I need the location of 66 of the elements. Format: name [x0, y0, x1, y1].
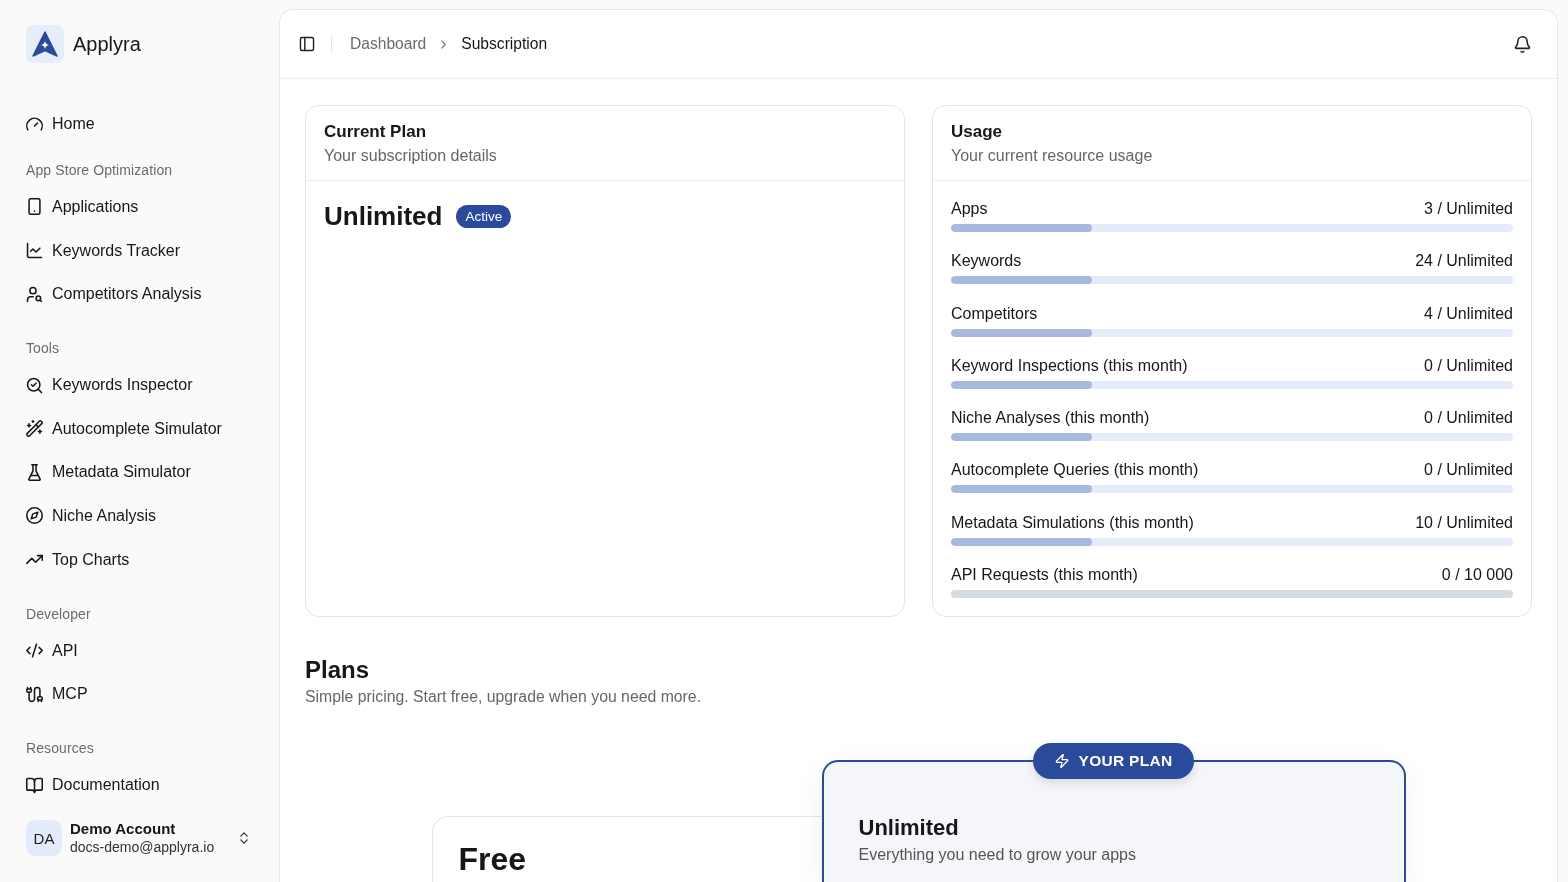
section-title: Plans	[305, 655, 370, 686]
section-label: Resources	[25, 739, 94, 759]
open-book-icon	[26, 776, 43, 794]
plan-name: Unlimited	[858, 814, 959, 843]
usage-label: Metadata Simulations (this month)	[951, 512, 1194, 533]
card-title: Usage	[951, 121, 1003, 143]
usage-label: Apps	[951, 199, 988, 219]
usage-reading: 3 / Unlimited	[1424, 199, 1513, 219]
usage-reading: 0 / Unlimited	[1424, 408, 1513, 429]
nav-item[interactable]: Metadata Simulator	[18, 454, 261, 491]
plan-badge-label: YOUR PLAN	[1078, 752, 1173, 771]
brand-name: Applyra	[73, 32, 141, 56]
nav-item[interactable]: Niche Analysis	[18, 497, 261, 534]
lightning-icon	[1054, 754, 1069, 769]
nav-item[interactable]: Competitors Analysis	[18, 276, 261, 313]
usage-reading: 0 / Unlimited	[1424, 355, 1513, 376]
card-title: Current Plan	[324, 121, 427, 143]
breadcrumb-item[interactable]: Subscription	[461, 35, 548, 53]
plan-description: Everything you need to grow your apps	[858, 845, 1136, 866]
usage-reading: 10 / Unlimited	[1415, 512, 1513, 533]
usage-reading: 4 / Unlimited	[1424, 303, 1513, 324]
usage-label: Competitors	[951, 303, 1038, 324]
nav-item[interactable]: Documentation	[18, 767, 261, 804]
plan-name: Unlimited	[324, 200, 443, 232]
logo-icon	[26, 25, 64, 63]
plan-name: Free	[458, 841, 527, 878]
usage-reading: 0 / Unlimited	[1424, 460, 1513, 481]
usage-label: Keyword Inspections (this month)	[951, 355, 1188, 376]
account-name: Demo Account	[70, 820, 176, 838]
section-subtitle: Simple pricing. Start free, upgrade when you need more.	[305, 687, 702, 708]
usage-reading: 0 / 10 000	[1441, 565, 1513, 586]
avatar: DA	[26, 820, 62, 856]
gauge-icon	[26, 115, 43, 133]
card-subtitle: Your subscription details	[324, 146, 497, 166]
status-badge: Active	[456, 204, 512, 228]
flask-icon	[26, 463, 43, 481]
nav-item[interactable]: Keywords Inspector	[18, 367, 261, 404]
chevrons-up-down-icon[interactable]	[237, 831, 251, 845]
nav-item[interactable]: Keywords Tracker	[18, 232, 261, 269]
nav-item[interactable]: API	[18, 632, 261, 669]
search-check-icon	[26, 376, 43, 394]
usage-reading: 24 / Unlimited	[1415, 251, 1513, 272]
smartphone-icon	[26, 198, 43, 216]
magic-wand-icon	[26, 420, 43, 438]
breadcrumb-item[interactable]: Dashboard	[350, 35, 427, 53]
line-chart-icon	[26, 242, 43, 260]
nav-item[interactable]: MCP	[18, 676, 261, 713]
usage-label: API Requests (this month)	[951, 565, 1138, 586]
nav-item[interactable]: Applications	[18, 189, 261, 225]
cable-icon	[26, 685, 43, 703]
nav-item[interactable]: Home	[18, 106, 261, 142]
compass-icon	[26, 507, 43, 525]
nav-item[interactable]: Top Charts	[18, 541, 261, 578]
usage-label: Keywords	[951, 251, 1022, 272]
nav-item[interactable]: Autocomplete Simulator	[18, 410, 261, 447]
usage-label: Niche Analyses (this month)	[951, 408, 1150, 429]
section-label: App Store Optimization	[25, 161, 173, 180]
card-subtitle: Your current resource usage	[951, 146, 1153, 166]
bell-icon	[1513, 35, 1531, 53]
usage-label: Autocomplete Queries (this month)	[951, 460, 1199, 481]
account-email: docs-demo@applyra.io	[70, 838, 215, 856]
user-search-icon	[26, 285, 43, 303]
code-icon	[26, 642, 43, 659]
section-label: Tools	[25, 339, 60, 359]
section-label: Developer	[25, 604, 91, 624]
sidebar-panel-icon	[299, 36, 315, 52]
